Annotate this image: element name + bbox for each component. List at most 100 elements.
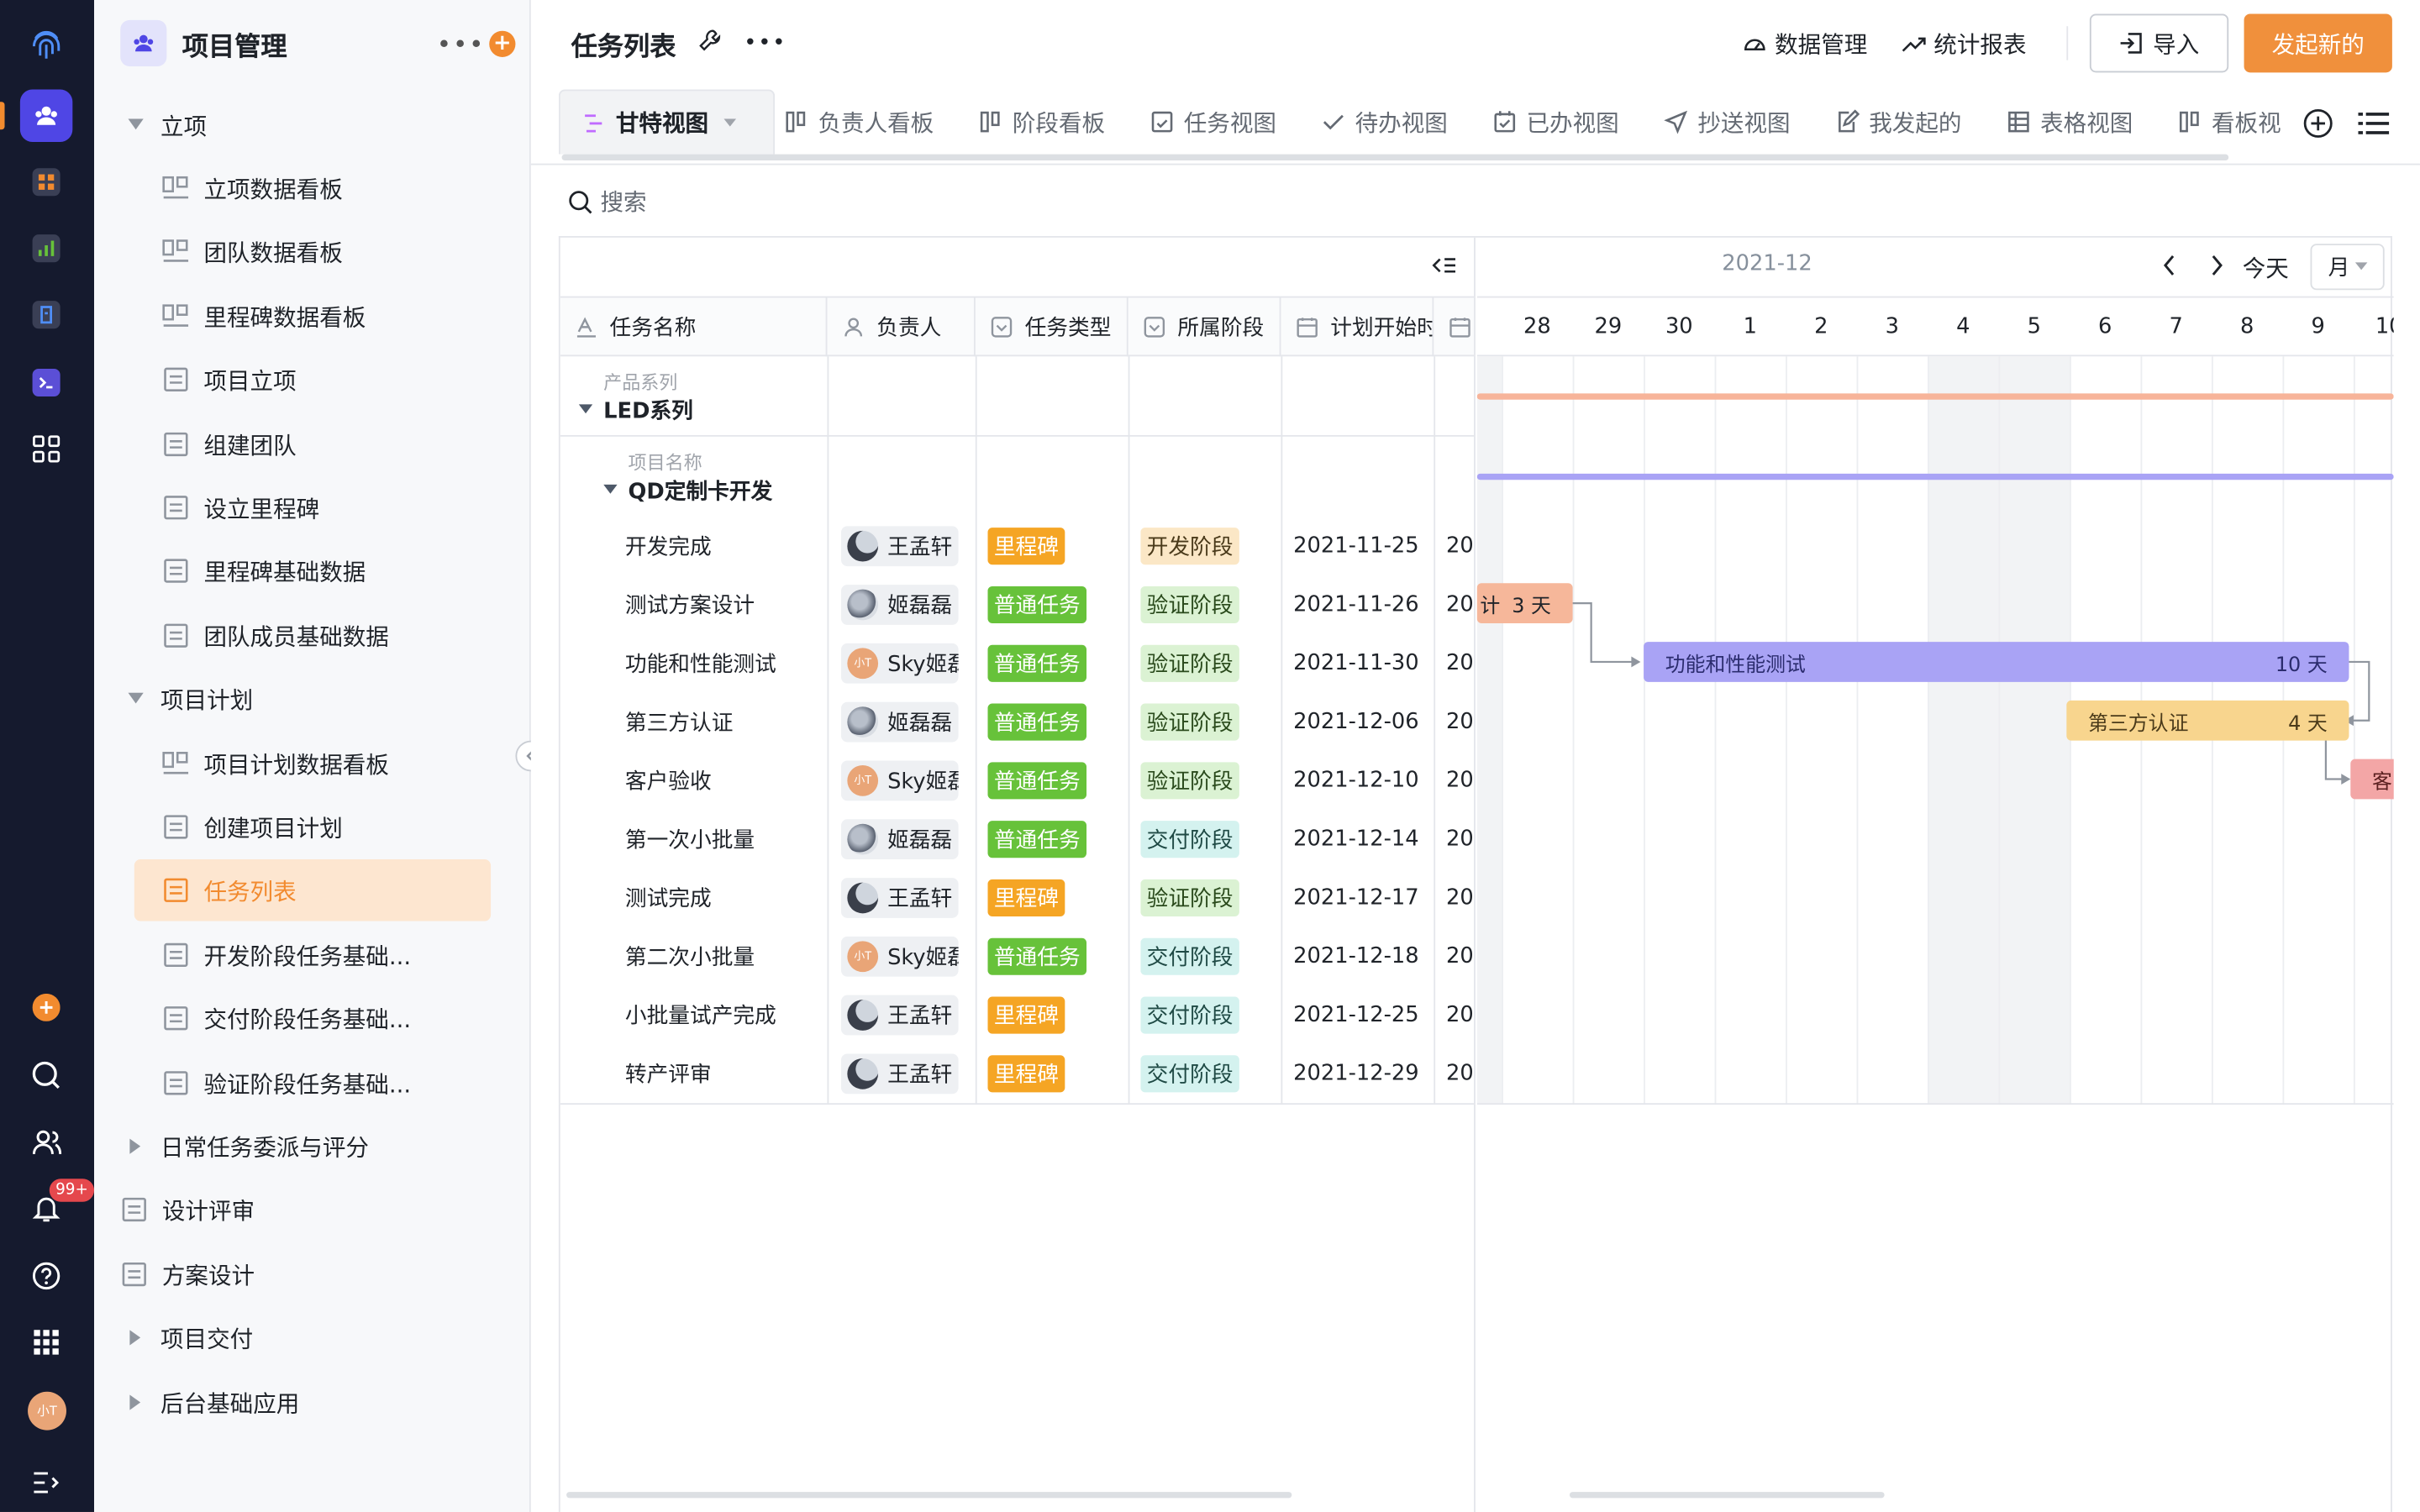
cell-stage[interactable]: 验证阶段 xyxy=(1140,575,1279,634)
group-row-product-series[interactable]: 产品系列 LED系列 xyxy=(560,356,1474,437)
sidebar-item-team-board[interactable]: 团队数据看板 xyxy=(162,221,491,282)
cell-stage[interactable]: 交付阶段 xyxy=(1140,1044,1279,1103)
sidebar-item-backend-apps[interactable]: 后台基础应用 xyxy=(120,1372,491,1433)
tab-kanban-view[interactable]: 看板视 xyxy=(2178,90,2281,155)
sidebar-item-deliver-task-data[interactable]: 交付阶段任务基础... xyxy=(162,987,491,1048)
cell-plan-start[interactable]: 2021-12-25 xyxy=(1293,986,1432,1045)
cell-task-name[interactable]: 第一次小批量 xyxy=(625,810,823,869)
cell-owner[interactable]: 小T Sky姬磊磊 xyxy=(841,927,974,986)
rail-help-icon[interactable] xyxy=(20,1250,72,1302)
rail-doc-blue-icon[interactable] xyxy=(20,288,72,340)
cell-stage[interactable]: 验证阶段 xyxy=(1140,634,1279,693)
cell-stage[interactable]: 验证阶段 xyxy=(1140,751,1279,810)
owner-chip[interactable]: 王孟轩 xyxy=(841,1053,959,1095)
cell-owner[interactable]: 王孟轩 xyxy=(841,986,974,1045)
cell-plan-end[interactable]: 202 xyxy=(1446,693,1474,752)
caret-down-icon[interactable] xyxy=(578,392,593,422)
cell-plan-start[interactable]: 2021-11-30 xyxy=(1293,634,1432,693)
cell-stage[interactable]: 开发阶段 xyxy=(1140,517,1279,575)
gantt-scrollbar[interactable] xyxy=(1569,1492,1885,1499)
cell-plan-end[interactable]: 202 xyxy=(1446,986,1474,1045)
cell-plan-start[interactable]: 2021-12-10 xyxy=(1293,751,1432,810)
fingerprint-logo-icon[interactable] xyxy=(20,18,72,71)
gantt-bar-acceptance[interactable]: 客 xyxy=(2350,759,2394,800)
cell-plan-end[interactable]: 202 xyxy=(1446,1044,1474,1103)
import-button[interactable]: 导入 xyxy=(2089,13,2229,73)
table-row[interactable]: 第一次小批量 姬磊磊（ 普通任务 交付阶段 2021-12-14 202 xyxy=(560,810,1474,869)
tab-cc-view[interactable]: 抄送视图 xyxy=(1664,90,1791,155)
rail-grid-icon[interactable] xyxy=(20,423,72,475)
cell-owner[interactable]: 姬磊磊（ xyxy=(841,810,974,869)
column-task-type[interactable]: 任务类型 xyxy=(976,297,1128,357)
cell-task-name[interactable]: 测试完成 xyxy=(625,869,823,927)
tabs-scrollbar[interactable] xyxy=(561,154,2229,161)
sidebar-item-lixiang[interactable]: 立项 xyxy=(120,94,491,155)
gantt-bar-perf-test[interactable]: 功能和性能测试 10 天 xyxy=(1644,642,2349,682)
cell-plan-end[interactable]: 202 xyxy=(1446,927,1474,986)
user-avatar[interactable]: 小T xyxy=(28,1391,66,1431)
tab-done-view[interactable]: 已办视图 xyxy=(1492,90,1619,155)
tab-stage-board[interactable]: 阶段看板 xyxy=(978,90,1105,155)
sidebar-item-plan-board[interactable]: 项目计划数据看板 xyxy=(162,732,491,794)
add-view-icon[interactable] xyxy=(2302,108,2333,145)
cell-task-name[interactable]: 测试方案设计 xyxy=(625,575,823,634)
sidebar-item-daily-tasks[interactable]: 日常任务委派与评分 xyxy=(120,1116,491,1177)
rail-chart-green-icon[interactable] xyxy=(20,222,72,274)
cell-owner[interactable]: 小T Sky姬磊磊 xyxy=(841,751,974,810)
rail-contacts-icon[interactable] xyxy=(20,1116,72,1168)
table-row[interactable]: 转产评审 王孟轩 里程碑 交付阶段 2021-12-29 202 xyxy=(560,1044,1474,1103)
list-menu-icon[interactable] xyxy=(2358,109,2390,143)
search-input[interactable]: 搜索 xyxy=(568,185,647,218)
cell-plan-end[interactable]: 202 xyxy=(1446,869,1474,927)
owner-chip[interactable]: 姬磊磊（ xyxy=(841,819,959,860)
caret-down-icon[interactable] xyxy=(603,472,618,501)
owner-chip[interactable]: 王孟轩 xyxy=(841,878,959,918)
collapse-columns-icon[interactable] xyxy=(1432,253,1456,282)
cell-task-type[interactable]: 里程碑 xyxy=(987,517,1126,575)
cell-task-name[interactable]: 客户验收 xyxy=(625,751,823,810)
cell-stage[interactable]: 交付阶段 xyxy=(1140,986,1279,1045)
cell-task-name[interactable]: 第二次小批量 xyxy=(625,927,823,986)
sidebar-item-milestone-data[interactable]: 里程碑基础数据 xyxy=(162,540,491,601)
sidebar-item-project-setup[interactable]: 项目立项 xyxy=(162,349,491,410)
cell-owner[interactable]: 小T Sky姬磊磊 xyxy=(841,634,974,693)
cell-task-type[interactable]: 里程碑 xyxy=(987,869,1126,927)
stats-report-link[interactable]: 统计报表 xyxy=(1902,27,2027,60)
gantt-bar-third-party[interactable]: 第三方认证 4 天 xyxy=(2066,700,2349,741)
tab-task-view[interactable]: 任务视图 xyxy=(1150,90,1276,155)
table-row[interactable]: 开发完成 王孟轩 里程碑 开发阶段 2021-11-25 202 xyxy=(560,517,1474,575)
cell-owner[interactable]: 姬磊磊（ xyxy=(841,693,974,752)
cell-task-type[interactable]: 普通任务 xyxy=(987,693,1126,752)
sidebar-item-project-delivery[interactable]: 项目交付 xyxy=(120,1307,491,1368)
cell-plan-start[interactable]: 2021-12-29 xyxy=(1293,1044,1432,1103)
sidebar-item-build-team[interactable]: 组建团队 xyxy=(162,413,491,475)
cell-task-name[interactable]: 功能和性能测试 xyxy=(625,634,823,693)
table-row[interactable]: 测试完成 王孟轩 里程碑 验证阶段 2021-12-17 202 xyxy=(560,869,1474,927)
cell-task-type[interactable]: 普通任务 xyxy=(987,810,1126,869)
column-plan-start[interactable]: 计划开始时 xyxy=(1281,297,1434,357)
sidebar-item-verify-task-data[interactable]: 验证阶段任务基础... xyxy=(162,1053,491,1114)
cell-plan-start[interactable]: 2021-12-18 xyxy=(1293,927,1432,986)
table-row[interactable]: 第三方认证 姬磊磊（ 普通任务 验证阶段 2021-12-06 202 xyxy=(560,693,1474,752)
owner-chip[interactable]: 姬磊磊（ xyxy=(841,585,959,625)
sidebar-item-solution-design[interactable]: 方案设计 xyxy=(120,1243,491,1305)
owner-chip[interactable]: 小T Sky姬磊磊 xyxy=(841,936,959,977)
cell-task-name[interactable]: 开发完成 xyxy=(625,517,823,575)
cell-plan-start[interactable]: 2021-12-17 xyxy=(1293,869,1432,927)
sidebar-item-dev-task-data[interactable]: 开发阶段任务基础... xyxy=(162,924,491,985)
cell-plan-end[interactable]: 202 xyxy=(1446,575,1474,634)
cell-task-type[interactable]: 普通任务 xyxy=(987,634,1126,693)
cell-plan-start[interactable]: 2021-12-06 xyxy=(1293,693,1432,752)
column-plan-end[interactable] xyxy=(1434,297,1474,356)
sidebar-item-member-data[interactable]: 团队成员基础数据 xyxy=(162,605,491,666)
tab-table-view[interactable]: 表格视图 xyxy=(2007,90,2133,155)
owner-chip[interactable]: 小T Sky姬磊磊 xyxy=(841,760,959,801)
wrench-icon[interactable] xyxy=(697,28,722,59)
cell-task-type[interactable]: 里程碑 xyxy=(987,1044,1126,1103)
table-row[interactable]: 客户验收小T Sky姬磊磊 普通任务 验证阶段 2021-12-10 202 xyxy=(560,751,1474,810)
table-row[interactable]: 第二次小批量小T Sky姬磊磊 普通任务 交付阶段 2021-12-18 202 xyxy=(560,927,1474,986)
table-row[interactable]: 功能和性能测试小T Sky姬磊磊 普通任务 验证阶段 2021-11-30 202 xyxy=(560,634,1474,693)
cell-plan-end[interactable]: 202 xyxy=(1446,751,1474,810)
more-icon[interactable]: ••• xyxy=(744,31,786,55)
tab-gantt[interactable]: 甘特视图 xyxy=(558,89,776,155)
